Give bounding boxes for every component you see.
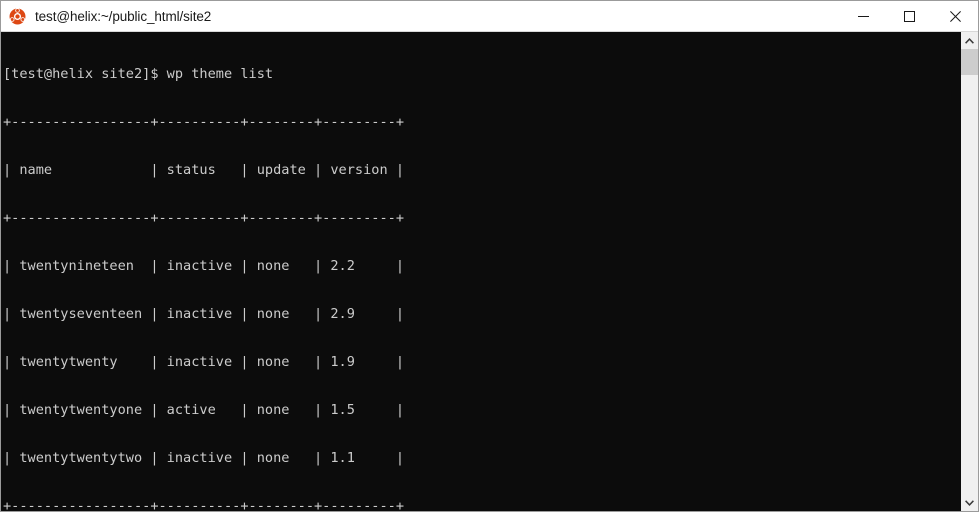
- close-button[interactable]: [932, 1, 978, 31]
- window-controls: [840, 1, 978, 31]
- close-icon: [949, 10, 961, 22]
- title-bar-left: test@helix:~/public_html/site2: [1, 7, 840, 25]
- terminal-line-command: [test@helix site2]$ wp theme list: [3, 66, 274, 82]
- terminal-line-header: | name | status | update | version |: [3, 162, 405, 178]
- minimize-icon: [857, 15, 869, 17]
- maximize-button[interactable]: [886, 1, 932, 31]
- table-row: | twentyseventeen | inactive | none | 2.…: [3, 306, 405, 322]
- scrollbar-thumb[interactable]: [961, 49, 978, 75]
- scrollbar-track[interactable]: [961, 49, 978, 494]
- scroll-down-icon: [965, 499, 974, 506]
- terminal-line-rule-mid: +-----------------+----------+--------+-…: [3, 210, 405, 226]
- table-row: | twentytwentytwo | inactive | none | 1.…: [3, 450, 405, 466]
- maximize-icon: [903, 10, 915, 22]
- scroll-down-button[interactable]: [961, 494, 978, 511]
- terminal-line-rule-bot: +-----------------+----------+--------+-…: [3, 498, 405, 511]
- terminal-body: [test@helix site2]$ wp theme list +-----…: [1, 32, 978, 511]
- title-bar[interactable]: test@helix:~/public_html/site2: [1, 1, 978, 32]
- table-row: | twentynineteen | inactive | none | 2.2…: [3, 258, 405, 274]
- terminal-window: test@helix:~/public_html/site2 [test@hel…: [0, 0, 979, 512]
- table-row: | twentytwentyone | active | none | 1.5 …: [3, 402, 405, 418]
- table-row: | twentytwenty | inactive | none | 1.9 |: [3, 354, 405, 370]
- ubuntu-logo-icon: [9, 7, 26, 24]
- scroll-up-button[interactable]: [961, 32, 978, 49]
- minimize-button[interactable]: [840, 1, 886, 31]
- scroll-up-icon: [965, 37, 974, 44]
- terminal-output[interactable]: [test@helix site2]$ wp theme list +-----…: [1, 32, 960, 511]
- terminal-scrollbar[interactable]: [960, 32, 978, 511]
- window-title: test@helix:~/public_html/site2: [35, 8, 212, 24]
- terminal-line-rule-top: +-----------------+----------+--------+-…: [3, 114, 405, 130]
